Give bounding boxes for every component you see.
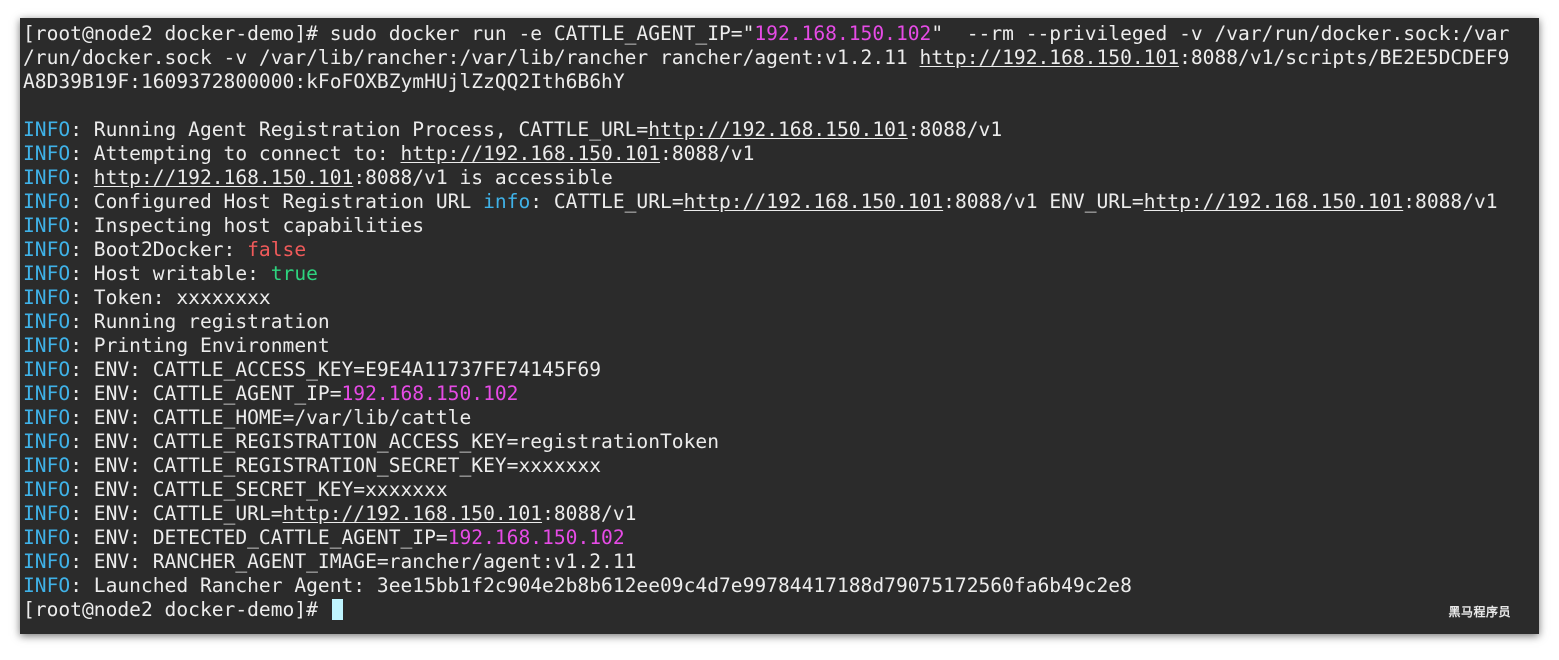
terminal-line: INFO: Attempting to connect to: http://1… (23, 142, 1539, 166)
prompt-line[interactable]: [root@node2 docker-demo]# (23, 598, 1539, 622)
terminal-line: INFO: ENV: CATTLE_AGENT_IP=192.168.150.1… (23, 382, 1539, 406)
terminal-line: INFO: Boot2Docker: false (23, 238, 1539, 262)
terminal-line: A8D39B19F:1609372800000:kFoFOXBZymHUjlZz… (23, 70, 1539, 94)
text-cursor (331, 599, 343, 620)
terminal-text: : ENV: CATTLE_URL= (70, 502, 283, 525)
terminal-text: 192.168.150.102 (754, 22, 932, 45)
terminal-text: : ENV: RANCHER_AGENT_IMAGE=rancher/agent… (70, 550, 637, 573)
terminal-text: : ENV: CATTLE_HOME=/var/lib/cattle (70, 406, 472, 429)
terminal-text: [root@node2 docker-demo]# sudo docker ru… (23, 22, 755, 45)
terminal-line: INFO: ENV: CATTLE_HOME=/var/lib/cattle (23, 406, 1539, 430)
terminal-text: INFO (23, 430, 71, 453)
terminal-link[interactable]: http://192.168.150.101 (920, 46, 1180, 69)
terminal-text: : Attempting to connect to: (70, 142, 401, 165)
terminal-line: INFO: Running Agent Registration Process… (23, 118, 1539, 142)
terminal-line: INFO: Printing Environment (23, 334, 1539, 358)
terminal-text: INFO (23, 238, 71, 261)
terminal-text: : Token: xxxxxxxx (70, 286, 271, 309)
terminal-link[interactable]: http://192.168.150.101 (401, 142, 661, 165)
terminal-text: INFO (23, 310, 71, 333)
terminal-text: : Configured Host Registration URL (70, 190, 484, 213)
terminal-text: INFO (23, 286, 71, 309)
terminal-text: 192.168.150.102 (341, 382, 519, 405)
terminal-line: INFO: ENV: RANCHER_AGENT_IMAGE=rancher/a… (23, 550, 1539, 574)
terminal-text: : Running Agent Registration Process, CA… (70, 118, 649, 141)
terminal-output: [root@node2 docker-demo]# sudo docker ru… (23, 22, 1539, 622)
terminal-line: INFO: Running registration (23, 310, 1539, 334)
terminal-link[interactable]: http://192.168.150.101 (283, 502, 543, 525)
terminal-line: INFO: Inspecting host capabilities (23, 214, 1539, 238)
terminal-text: INFO (23, 550, 71, 573)
terminal-text: A8D39B19F:1609372800000:kFoFOXBZymHUjlZz… (23, 70, 625, 93)
terminal-text: : ENV: CATTLE_AGENT_IP= (70, 382, 342, 405)
terminal-window[interactable]: [root@node2 docker-demo]# sudo docker ru… (20, 18, 1539, 634)
terminal-text: :8088/v1/scripts/BE2E5DCDEF9 (1179, 46, 1510, 69)
terminal-text: INFO (23, 334, 71, 357)
terminal-text: INFO (23, 190, 71, 213)
terminal-text: true (270, 262, 318, 285)
terminal-text: 192.168.150.102 (447, 526, 625, 549)
terminal-text: INFO (23, 382, 71, 405)
terminal-text: INFO (23, 478, 71, 501)
terminal-link[interactable]: http://192.168.150.101 (684, 190, 944, 213)
terminal-text: :8088/v1 ENV_URL= (943, 190, 1144, 213)
terminal-text: INFO (23, 118, 71, 141)
shell-prompt: [root@node2 docker-demo]# (23, 598, 330, 621)
terminal-text: INFO (23, 262, 71, 285)
terminal-text: INFO (23, 166, 71, 189)
terminal-line: INFO: ENV: CATTLE_REGISTRATION_ACCESS_KE… (23, 430, 1539, 454)
terminal-text: :8088/v1 (907, 118, 1003, 141)
terminal-text: :8088/v1 (660, 142, 755, 165)
terminal-text: INFO (23, 454, 71, 477)
terminal-text: : (70, 166, 94, 189)
terminal-link[interactable]: http://192.168.150.101 (1144, 190, 1404, 213)
terminal-line: INFO: ENV: CATTLE_URL=http://192.168.150… (23, 502, 1539, 526)
terminal-text: info (483, 190, 531, 213)
terminal-line: INFO: ENV: CATTLE_ACCESS_KEY=E9E4A11737F… (23, 358, 1539, 382)
terminal-text: INFO (23, 574, 71, 597)
terminal-text: : ENV: DETECTED_CATTLE_AGENT_IP= (70, 526, 448, 549)
terminal-text: INFO (23, 214, 71, 237)
terminal-text: INFO (23, 142, 71, 165)
terminal-text: INFO (23, 502, 71, 525)
terminal-text: : ENV: CATTLE_REGISTRATION_ACCESS_KEY=re… (70, 430, 719, 453)
terminal-line: /run/docker.sock -v /var/lib/rancher:/va… (23, 46, 1539, 70)
terminal-line: INFO: Host writable: true (23, 262, 1539, 286)
terminal-line: INFO: ENV: CATTLE_SECRET_KEY=xxxxxxx (23, 478, 1539, 502)
terminal-text: :8088/v1 (1403, 190, 1498, 213)
terminal-text: : Host writable: (70, 262, 271, 285)
terminal-line: INFO: Launched Rancher Agent: 3ee15bb1f2… (23, 574, 1539, 598)
terminal-link[interactable]: http://192.168.150.101 (648, 118, 908, 141)
terminal-text: :8088/v1 (542, 502, 637, 525)
terminal-text: INFO (23, 406, 71, 429)
terminal-text: : Printing Environment (70, 334, 330, 357)
terminal-text: : ENV: CATTLE_SECRET_KEY=xxxxxxx (70, 478, 448, 501)
terminal-line: INFO: http://192.168.150.101:8088/v1 is … (23, 166, 1539, 190)
terminal-line: [root@node2 docker-demo]# sudo docker ru… (23, 22, 1539, 46)
terminal-text: : Launched Rancher Agent: 3ee15bb1f2c904… (70, 574, 1132, 597)
terminal-line: INFO: ENV: CATTLE_REGISTRATION_SECRET_KE… (23, 454, 1539, 478)
terminal-line: INFO: Configured Host Registration URL i… (23, 190, 1539, 214)
terminal-text: : Running registration (70, 310, 330, 333)
terminal-line: INFO: Token: xxxxxxxx (23, 286, 1539, 310)
terminal-text: : Boot2Docker: (70, 238, 248, 261)
terminal-link[interactable]: http://192.168.150.101 (94, 166, 354, 189)
terminal-line: INFO: ENV: DETECTED_CATTLE_AGENT_IP=192.… (23, 526, 1539, 550)
watermark-logo: 黑马程序员 (1448, 605, 1511, 619)
terminal-text: false (247, 238, 307, 261)
terminal-text: INFO (23, 526, 71, 549)
terminal-text: INFO (23, 358, 71, 381)
terminal-text: : ENV: CATTLE_ACCESS_KEY=E9E4A11737FE741… (70, 358, 602, 381)
terminal-text: : ENV: CATTLE_REGISTRATION_SECRET_KEY=xx… (70, 454, 602, 477)
terminal-text: :8088/v1 is accessible (353, 166, 613, 189)
terminal-text: /run/docker.sock -v /var/lib/rancher:/va… (23, 46, 920, 69)
terminal-text: : CATTLE_URL= (530, 190, 684, 213)
terminal-text: " --rm --privileged -v /var/run/docker.s… (931, 22, 1510, 45)
terminal-text: : Inspecting host capabilities (70, 214, 425, 237)
